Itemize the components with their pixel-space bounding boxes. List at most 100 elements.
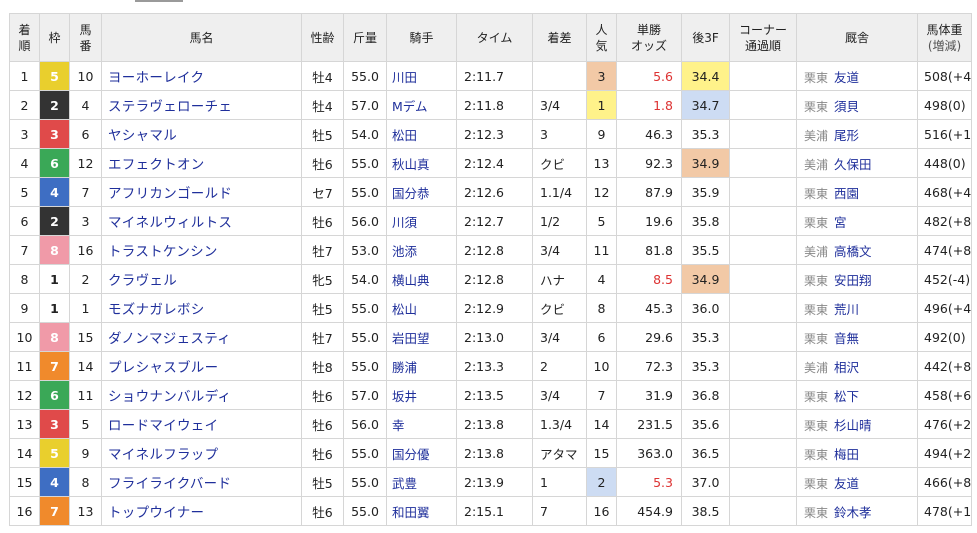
horse-name-link[interactable]: クラヴェル xyxy=(101,264,302,294)
trainer-link[interactable]: 相沢 xyxy=(834,360,859,375)
sex-age-cell: 牡6 xyxy=(301,438,344,468)
horse-name-link[interactable]: マイネルウィルトス xyxy=(101,206,302,236)
trainer-link[interactable]: 西園 xyxy=(834,186,859,201)
odds-cell: 87.9 xyxy=(616,177,682,207)
time-cell: 2:13.8 xyxy=(456,409,533,439)
header-jockey[interactable]: 騎手 xyxy=(386,13,457,62)
margin-cell: クビ xyxy=(532,148,587,178)
jockey-link[interactable]: Mデム xyxy=(386,90,457,120)
header-bodyweight[interactable]: 馬体重 (増減) xyxy=(917,13,972,62)
body-weight-cell: 478(+12) xyxy=(917,496,972,526)
sex-age-cell: 牡6 xyxy=(301,496,344,526)
jockey-link[interactable]: 坂井 xyxy=(386,380,457,410)
popularity-cell: 9 xyxy=(586,119,617,149)
header-weight[interactable]: 斤量 xyxy=(343,13,387,62)
jockey-link[interactable]: 松山 xyxy=(386,293,457,323)
rank-cell: 4 xyxy=(9,148,40,178)
weight-cell: 53.0 xyxy=(343,235,387,265)
time-cell: 2:12.9 xyxy=(456,293,533,323)
horse-name-link[interactable]: ステラヴェローチェ xyxy=(101,90,302,120)
weight-cell: 55.0 xyxy=(343,293,387,323)
header-pop[interactable]: 人気 xyxy=(586,13,617,62)
trainer-link[interactable]: 久保田 xyxy=(834,157,872,172)
trainer-link[interactable]: 高橋文 xyxy=(834,244,872,259)
horse-name-link[interactable]: ヨーホーレイク xyxy=(101,61,302,91)
odds-cell: 72.3 xyxy=(616,351,682,381)
trainer-link[interactable]: 友道 xyxy=(834,476,859,491)
corner-cell xyxy=(729,264,797,294)
trainer-cell: 栗東 須貝 xyxy=(796,90,918,120)
table-row: 3 3 6 ヤシャマル 牡5 54.0 松田 2:12.3 3 9 46.3 35.3 美浦 尾形 516(… xyxy=(9,119,972,149)
trainer-link[interactable]: 鈴木孝 xyxy=(834,505,872,520)
horse-name-link[interactable]: トラストケンシン xyxy=(101,235,302,265)
jockey-link[interactable]: 幸 xyxy=(386,409,457,439)
jockey-link[interactable]: 横山典 xyxy=(386,264,457,294)
jockey-link[interactable]: 武豊 xyxy=(386,467,457,497)
trainer-link[interactable]: 梅田 xyxy=(834,447,859,462)
jockey-link[interactable]: 池添 xyxy=(386,235,457,265)
horse-name-link[interactable]: ショウナンバルディ xyxy=(101,380,302,410)
horse-name-link[interactable]: エフェクトオン xyxy=(101,148,302,178)
horse-name-link[interactable]: モズナガレボシ xyxy=(101,293,302,323)
last3f-cell: 38.5 xyxy=(681,496,730,526)
trainer-region: 美浦 xyxy=(804,360,829,375)
horse-name-link[interactable]: トップウイナー xyxy=(101,496,302,526)
rank-cell: 15 xyxy=(9,467,40,497)
table-row: 4 6 12 エフェクトオン 牡6 55.0 秋山真 2:12.4 クビ 13 92.3 34.9 美浦… xyxy=(9,148,972,178)
trainer-link[interactable]: 宮 xyxy=(834,215,847,230)
body-weight-cell: 496(+4) xyxy=(917,293,972,323)
last3f-cell: 34.4 xyxy=(681,61,730,91)
header-waku[interactable]: 枠 xyxy=(39,13,70,62)
header-num[interactable]: 馬番 xyxy=(69,13,102,62)
horse-number-cell: 9 xyxy=(69,438,102,468)
jockey-link[interactable]: 勝浦 xyxy=(386,351,457,381)
popularity-cell: 12 xyxy=(586,177,617,207)
header-odds[interactable]: 単勝 オッズ xyxy=(616,13,682,62)
horse-name-link[interactable]: ヤシャマル xyxy=(101,119,302,149)
jockey-link[interactable]: 松田 xyxy=(386,119,457,149)
jockey-link[interactable]: 国分優 xyxy=(386,438,457,468)
trainer-link[interactable]: 尾形 xyxy=(834,128,859,143)
trainer-link[interactable]: 荒川 xyxy=(834,302,859,317)
corner-cell xyxy=(729,177,797,207)
popularity-cell: 8 xyxy=(586,293,617,323)
jockey-link[interactable]: 岩田望 xyxy=(386,322,457,352)
time-cell: 2:13.5 xyxy=(456,380,533,410)
trainer-link[interactable]: 杉山晴 xyxy=(834,418,872,433)
header-corner[interactable]: コーナー 通過順 xyxy=(729,13,797,62)
trainer-link[interactable]: 音無 xyxy=(834,331,859,346)
horse-name-link[interactable]: ロードマイウェイ xyxy=(101,409,302,439)
table-row: 5 4 7 アフリカンゴールド セ7 55.0 国分恭 2:12.6 1.1/4 12 87.9 35… xyxy=(9,177,972,207)
horse-name-link[interactable]: フライライクバード xyxy=(101,467,302,497)
header-margin[interactable]: 着差 xyxy=(532,13,587,62)
last3f-cell: 34.7 xyxy=(681,90,730,120)
horse-name-link[interactable]: マイネルフラップ xyxy=(101,438,302,468)
last3f-cell: 34.9 xyxy=(681,264,730,294)
horse-name-link[interactable]: アフリカンゴールド xyxy=(101,177,302,207)
jockey-link[interactable]: 川須 xyxy=(386,206,457,236)
header-sexage[interactable]: 性齢 xyxy=(301,13,344,62)
header-name[interactable]: 馬名 xyxy=(101,13,302,62)
corner-cell xyxy=(729,119,797,149)
jockey-link[interactable]: 秋山真 xyxy=(386,148,457,178)
jockey-link[interactable]: 川田 xyxy=(386,61,457,91)
trainer-region: 栗東 xyxy=(804,70,829,85)
jockey-link[interactable]: 国分恭 xyxy=(386,177,457,207)
trainer-link[interactable]: 須貝 xyxy=(834,99,859,114)
trainer-link[interactable]: 松下 xyxy=(834,389,859,404)
header-trainer[interactable]: 厩舎 xyxy=(796,13,918,62)
margin-cell: 1 xyxy=(532,467,587,497)
horse-name-link[interactable]: プレシャスブルー xyxy=(101,351,302,381)
header-time[interactable]: タイム xyxy=(456,13,533,62)
table-row: 15 4 8 フライライクバード 牡5 55.0 武豊 2:13.9 1 2 5.3 37.0 栗東 友道… xyxy=(9,467,972,497)
trainer-link[interactable]: 安田翔 xyxy=(834,273,872,288)
header-rank[interactable]: 着順 xyxy=(9,13,40,62)
weight-cell: 56.0 xyxy=(343,409,387,439)
trainer-link[interactable]: 友道 xyxy=(834,70,859,85)
jockey-link[interactable]: 和田翼 xyxy=(386,496,457,526)
horse-number-cell: 10 xyxy=(69,61,102,91)
header-last3f[interactable]: 後3F xyxy=(681,13,730,62)
corner-cell xyxy=(729,438,797,468)
last3f-cell: 35.9 xyxy=(681,177,730,207)
horse-name-link[interactable]: ダノンマジェスティ xyxy=(101,322,302,352)
